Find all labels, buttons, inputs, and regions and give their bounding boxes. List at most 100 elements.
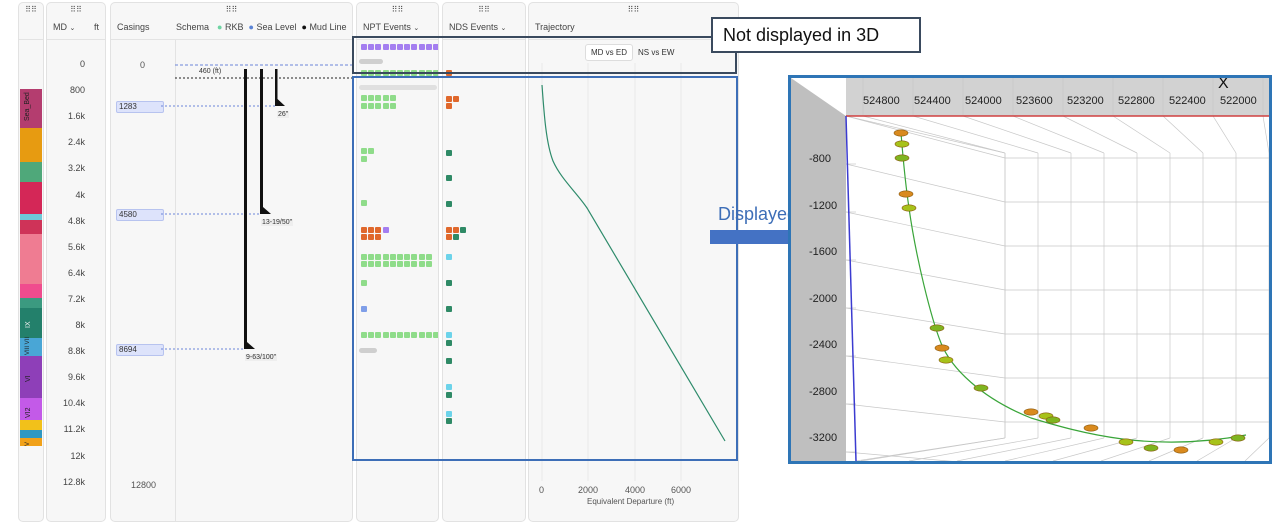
grid-line (855, 437, 1006, 461)
grid-line (912, 115, 1039, 154)
x-tick: 0 (539, 485, 545, 495)
md-panel: ⠿⠿ MD ⌄ ft 0 800 1.6k 2.4k 3.2k 4k 4.8k 5.6k 6.4… (46, 2, 106, 522)
wall-left (791, 78, 846, 461)
event-disc[interactable] (938, 356, 954, 364)
grid-line (845, 163, 1006, 203)
event-disc[interactable] (1230, 434, 1246, 442)
event-disc[interactable] (894, 140, 910, 148)
z-tick-3d: -1200 (809, 199, 838, 212)
header-divider (19, 39, 43, 40)
grid-line (845, 259, 1006, 291)
drag-handle-icon[interactable]: ⠿⠿ (19, 6, 43, 14)
x-tick-3d: 523600 (1016, 95, 1053, 107)
formation-band (20, 234, 42, 284)
event-disc[interactable] (934, 344, 950, 352)
md-tick: 8k (75, 320, 85, 330)
event-disc[interactable] (1208, 438, 1224, 446)
x-tick-3d: 522400 (1169, 95, 1206, 107)
md-tick: 4.8k (67, 215, 85, 226)
md-tick: 9.6k (67, 372, 85, 383)
chevron-down-icon: ⌄ (500, 25, 507, 32)
grid-line (862, 115, 1006, 154)
md-tick: 5.6k (67, 241, 85, 252)
md-tick: 0 (79, 59, 85, 69)
md-tick: 6.4k (67, 267, 85, 278)
event-disc[interactable] (1083, 424, 1099, 432)
formation-band (20, 182, 42, 214)
formation-panel: ⠿⠿ Sea_Bed IX VIII VII VI VI2 V (18, 2, 44, 522)
event-disc[interactable] (1173, 446, 1189, 454)
md-tick: 1.6k (67, 111, 85, 122)
casing-shoe (277, 99, 285, 106)
formation-band (20, 430, 42, 438)
formation-label: VIII VII (25, 336, 31, 355)
grid-line (1112, 115, 1171, 154)
drag-handle-icon[interactable]: ⠿⠿ (357, 6, 438, 14)
md-title: MD (53, 22, 67, 32)
grid-line (1062, 115, 1138, 154)
event-disc[interactable] (1023, 408, 1039, 416)
z-tick-3d: -1600 (809, 246, 838, 258)
view-3d[interactable]: X 524800 524400 524000 523600 523200 522800 52… (788, 75, 1272, 464)
md-tick: 3.2k (67, 163, 85, 174)
shoe-label: 9-63/100" (245, 354, 278, 361)
event-disc[interactable] (893, 129, 909, 137)
grid-line (1012, 115, 1105, 154)
formation-label: V (25, 441, 31, 446)
npt-header[interactable]: NPT Events ⌄ (363, 22, 419, 32)
well-schema-svg (161, 64, 352, 350)
grid-line (962, 115, 1072, 154)
md-tick: 7.2k (67, 293, 85, 304)
chevron-down-icon: ⌄ (413, 25, 420, 32)
formation-band (20, 220, 42, 234)
grid-line (845, 307, 1006, 335)
x-tick-3d: 524000 (965, 95, 1002, 107)
grid-line (1162, 115, 1204, 154)
casing-string-9 (244, 69, 247, 349)
event-disc[interactable] (1118, 438, 1134, 446)
event-disc[interactable] (1143, 444, 1159, 452)
x-tick: 2000 (578, 485, 599, 495)
event-disc[interactable] (929, 324, 945, 332)
grid-line (845, 355, 1006, 379)
md-tick: 8.8k (67, 346, 85, 357)
casing-shoe (263, 207, 271, 214)
drag-handle-icon[interactable]: ⠿⠿ (443, 6, 525, 14)
md-tick: 10.4k (62, 398, 85, 409)
grid-line (845, 115, 1006, 154)
x-tick: 4000 (625, 485, 646, 495)
md-tick: 2.4k (67, 137, 85, 148)
casing-string-13 (260, 69, 263, 214)
not-displayed-callout: Not displayed in 3D (711, 17, 921, 53)
md-tick: 800 (69, 85, 85, 96)
event-disc[interactable] (973, 384, 989, 392)
event-disc[interactable] (901, 204, 917, 212)
event-disc[interactable] (894, 154, 910, 162)
shoe-label: 13-19/50" (261, 219, 294, 226)
event-disc[interactable] (1045, 416, 1061, 424)
axis-blue (845, 115, 857, 461)
chevron-down-icon: ⌄ (69, 25, 76, 32)
drag-handle-icon[interactable]: ⠿⠿ (47, 6, 105, 14)
formation-sea-bed: Sea_Bed (20, 89, 42, 128)
water-depth-label: 460 (ft) (199, 68, 222, 75)
nds-header[interactable]: NDS Events ⌄ (449, 22, 506, 32)
x-tick: 6000 (671, 485, 692, 495)
x-tick-3d: 524400 (914, 95, 951, 107)
casing-string-26 (275, 69, 278, 106)
not-displayed-text: Not displayed in 3D (723, 25, 880, 45)
grid-line (845, 211, 1006, 247)
formation-label: VI2 (25, 407, 32, 418)
md-tick: 12.8k (62, 476, 85, 487)
x-tick-3d: 523200 (1067, 95, 1104, 107)
md-tick: 11.2k (63, 424, 85, 435)
x-tick-3d: 522000 (1220, 95, 1257, 107)
formation-label: Sea_Bed (24, 92, 31, 121)
md-tick: 4k (75, 189, 85, 200)
x-axis-label: Equivalent Departure (ft) (587, 497, 675, 506)
event-disc[interactable] (898, 190, 914, 198)
formation-strip: Sea_Bed IX VIII VII VI VI2 V (20, 89, 42, 446)
x-tick-3d: 524800 (863, 95, 900, 107)
displayed-region-box (352, 76, 738, 461)
md-header[interactable]: MD ⌄ (53, 22, 75, 32)
